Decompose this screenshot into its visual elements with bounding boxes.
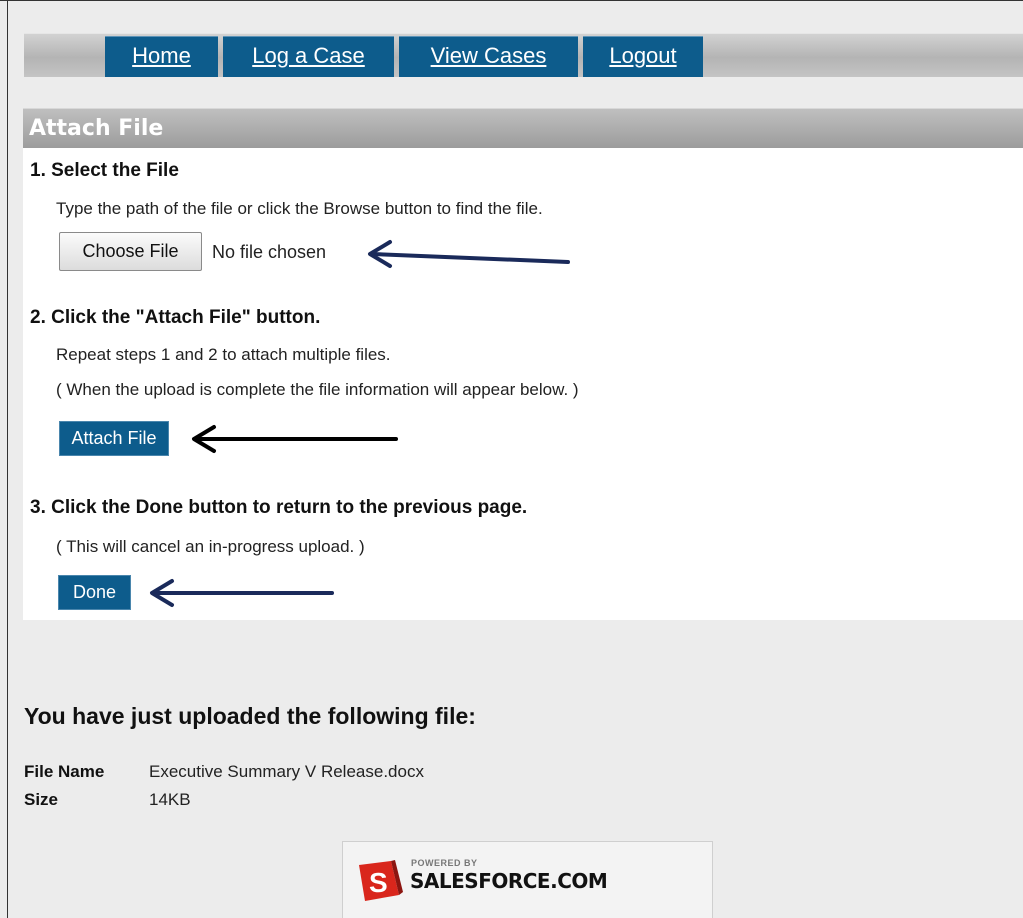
step3-title: 3. Click the Done button to return to th… [30, 497, 528, 518]
tab-view-cases[interactable]: View Cases [399, 36, 578, 77]
uploaded-heading: You have just uploaded the following fil… [24, 703, 476, 729]
tab-log-a-case[interactable]: Log a Case [223, 36, 394, 77]
tab-logout[interactable]: Logout [583, 36, 703, 77]
arrow-to-done-button [150, 579, 334, 607]
powered-by-salesforce-badge[interactable]: S POWERED BY SALESFORCE.COM [342, 841, 713, 918]
frame-left-border [7, 0, 8, 918]
powered-by-text: POWERED BY [411, 858, 478, 868]
no-file-chosen-text: No file chosen [212, 242, 327, 262]
arrow-to-attach-file-button [192, 425, 398, 453]
step2-title: 2. Click the "Attach File" button. [30, 307, 321, 328]
salesforce-logo-icon: S [359, 860, 403, 901]
file-name-value: Executive Summary V Release.docx [149, 762, 424, 781]
salesforce-logo-letter: S [369, 867, 388, 898]
step2-instructions: Repeat steps 1 and 2 to attach multiple … [56, 345, 391, 364]
done-button[interactable]: Done [58, 575, 131, 610]
step1-instructions: Type the path of the file or click the B… [56, 199, 543, 218]
attach-file-panel: Attach File 1. Select the File Type the … [23, 108, 1023, 620]
frame-top-border [0, 0, 1023, 1]
nav-bar: Home Log a Case View Cases Logout [24, 33, 1023, 77]
panel-title: Attach File [23, 108, 1023, 148]
choose-file-button[interactable]: Choose File [59, 232, 202, 271]
arrow-to-no-file-chosen [368, 240, 570, 268]
salesforce-brand-text: SALESFORCE.COM [410, 869, 608, 893]
step3-note: ( This will cancel an in-progress upload… [56, 537, 365, 556]
attach-file-button[interactable]: Attach File [59, 421, 169, 456]
size-label: Size [24, 790, 59, 809]
step1-title: 1. Select the File [30, 160, 179, 181]
file-name-label: File Name [24, 762, 105, 781]
step2-note: ( When the upload is complete the file i… [56, 380, 579, 399]
tab-home[interactable]: Home [105, 36, 218, 77]
size-value: 14KB [149, 790, 191, 809]
